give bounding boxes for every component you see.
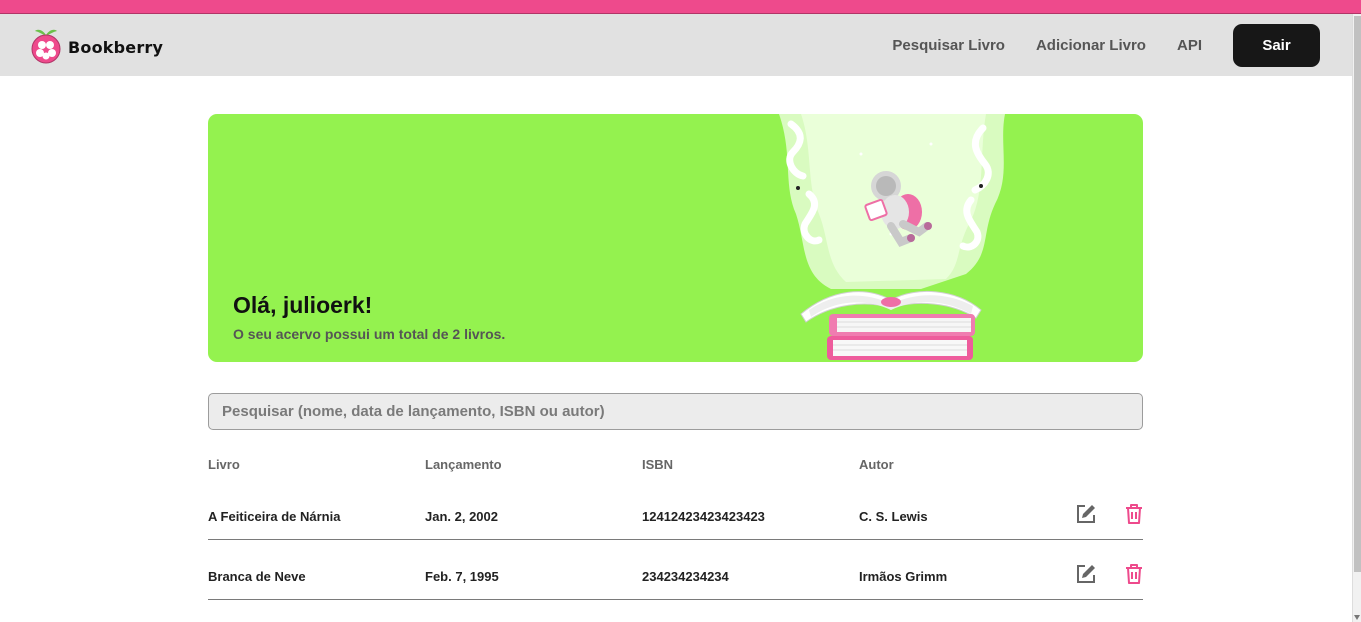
welcome-banner: Olá, julioerk! O seu acervo possui um to…	[208, 114, 1143, 362]
cell-author: C. S. Lewis	[859, 509, 928, 524]
greeting-title: Olá, julioerk!	[233, 292, 373, 318]
nav-link-api[interactable]: API	[1177, 37, 1202, 54]
cell-release-date: Jan. 2, 2002	[425, 509, 498, 524]
cell-author: Irmãos Grimm	[859, 569, 948, 584]
scroll-down-arrow-icon[interactable]	[1354, 615, 1360, 620]
navbar: Bookberry Pesquisar Livro Adicionar Livr…	[0, 14, 1352, 76]
table-header: Livro Lançamento ISBN Autor	[208, 450, 1143, 480]
brand[interactable]: Bookberry	[30, 26, 163, 69]
logout-button[interactable]: Sair	[1233, 24, 1320, 67]
astronaut-reading-books-illustration	[771, 114, 1011, 362]
trash-icon[interactable]	[1122, 562, 1146, 586]
raspberry-logo-icon	[30, 26, 62, 69]
nav-link-search-book[interactable]: Pesquisar Livro	[892, 37, 1005, 54]
books-table: Livro Lançamento ISBN Autor A Feiticeira…	[208, 450, 1143, 600]
column-header-release: Lançamento	[425, 457, 502, 472]
cell-book-title: Branca de Neve	[208, 569, 306, 584]
page-scrollbar[interactable]	[1352, 14, 1361, 622]
trash-icon[interactable]	[1122, 502, 1146, 526]
table-row: A Feiticeira de Nárnia Jan. 2, 2002 1241…	[208, 480, 1143, 540]
cell-book-title: A Feiticeira de Nárnia	[208, 509, 341, 524]
brand-name: Bookberry	[68, 38, 164, 57]
nav-links: Pesquisar Livro Adicionar Livro API Sair	[892, 24, 1320, 67]
cell-isbn: 12412423423423423	[642, 509, 765, 524]
column-header-author: Autor	[859, 457, 894, 472]
search-input[interactable]	[208, 393, 1143, 430]
column-header-isbn: ISBN	[642, 457, 674, 472]
scrollbar-thumb[interactable]	[1354, 16, 1361, 572]
table-row: Branca de Neve Feb. 7, 1995 234234234234…	[208, 540, 1143, 600]
cell-isbn: 234234234234	[642, 569, 729, 584]
column-header-book: Livro	[208, 457, 240, 472]
edit-icon[interactable]	[1074, 562, 1098, 586]
nav-link-add-book[interactable]: Adicionar Livro	[1036, 37, 1146, 54]
edit-icon[interactable]	[1074, 502, 1098, 526]
top-accent-bar	[0, 0, 1361, 14]
collection-count-text: O seu acervo possui um total de 2 livros…	[233, 326, 506, 342]
cell-release-date: Feb. 7, 1995	[425, 569, 499, 584]
